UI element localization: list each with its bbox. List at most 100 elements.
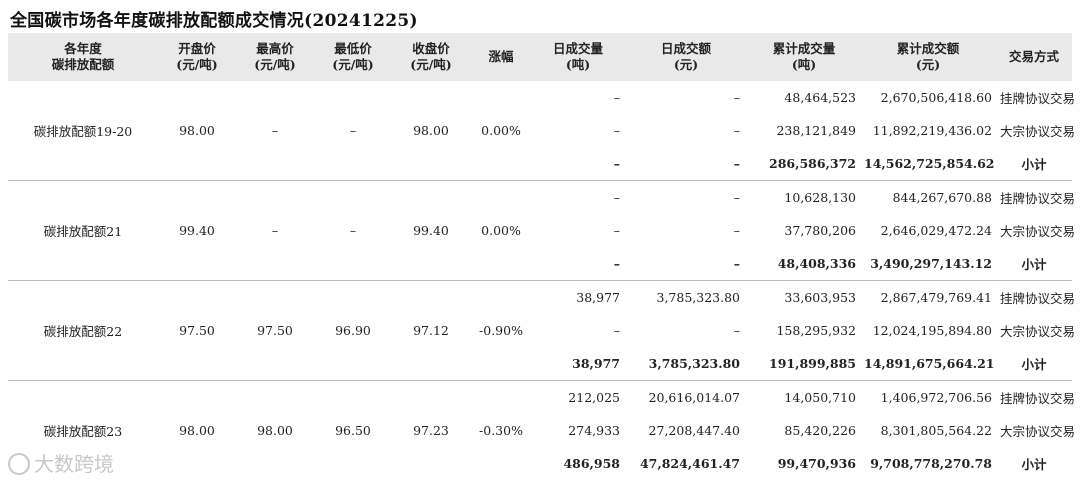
daily-volume-cell: 274,933: [568, 423, 620, 438]
column-header-unit: (元): [915, 57, 941, 72]
high-price-cell: –: [271, 123, 279, 138]
column-header-unit: (元/吨): [254, 57, 296, 72]
cumulative-volume-cell: 10,628,130: [748, 180, 860, 214]
trade-mode-cell: 大宗协议交易: [1000, 424, 1076, 439]
cumulative-amount-cell: 3,490,297,143.12: [870, 256, 992, 271]
cumulative-volume-cell: 48,464,523: [784, 90, 856, 105]
low-price-cell: –: [314, 180, 392, 281]
trade-mode-cell: 小计: [1021, 257, 1047, 272]
trade-mode-cell: 小计: [1021, 357, 1047, 372]
daily-volume-cell: 486,958: [563, 456, 620, 471]
column-header-label: 最低价: [334, 41, 372, 56]
cumulative-amount-cell: 9,708,778,270.78: [870, 456, 992, 471]
daily-volume-cell: –: [532, 180, 624, 214]
column-header: 日成交额 (元): [624, 33, 748, 81]
cumulative-amount-cell: 2,670,506,418.60: [880, 90, 992, 105]
daily-volume-cell: –: [613, 223, 620, 238]
column-header-label: 累计成交额: [896, 41, 960, 56]
cumulative-amount-cell: 12,024,195,894.80: [872, 323, 992, 338]
cumulative-amount-cell: 2,646,029,472.24: [880, 223, 992, 238]
cumulative-volume-cell: 158,295,932: [776, 323, 856, 338]
column-header-unit: (元): [673, 57, 699, 72]
daily-volume-cell: 212,025: [532, 380, 624, 414]
cumulative-amount-cell: 14,562,725,854.62: [864, 156, 995, 171]
open-price-cell: 98.00: [158, 380, 236, 480]
column-header: 累计成交量 (吨): [748, 33, 860, 81]
cumulative-volume-cell: 33,603,953: [748, 280, 860, 314]
trade-mode-cell: 挂牌协议交易: [996, 380, 1075, 414]
daily-amount-cell: 3,785,323.80: [624, 280, 748, 314]
brand-logo-icon: [8, 452, 30, 475]
column-header-unit: (吨): [565, 57, 591, 72]
trade-mode-cell: 大宗协议交易: [1000, 224, 1076, 239]
close-price-cell: 99.40: [392, 180, 470, 281]
cumulative-volume-cell: 14,050,710: [748, 380, 860, 414]
cumulative-amount-cell: 8,301,805,564.22: [880, 423, 992, 438]
daily-volume-cell: –: [613, 256, 620, 271]
table-header-row: 各年度 碳排放配额 开盘价 (元/吨) 最高价 (元/吨) 最低价 (元/吨) 收盘价 (元/吨)…: [8, 33, 1072, 81]
daily-amount-cell: –: [624, 180, 748, 214]
daily-volume-cell: –: [613, 123, 620, 138]
daily-amount-cell: –: [733, 323, 740, 338]
close-price-cell: 98.00: [413, 123, 449, 138]
column-header-label: 日成交量: [552, 41, 603, 56]
column-header-label: 最高价: [256, 41, 294, 56]
column-header: 交易方式: [996, 33, 1072, 81]
daily-amount-cell: –: [733, 223, 740, 238]
column-header: 各年度 碳排放配额: [8, 33, 158, 81]
trade-mode-cell: 小计: [1021, 457, 1047, 472]
cumulative-volume-cell: 48,408,336: [777, 256, 856, 271]
column-header: 收盘价 (元/吨): [392, 33, 470, 81]
column-header-label: 交易方式: [1008, 49, 1059, 64]
column-header-label: 涨幅: [488, 49, 514, 64]
column-header-label: 累计成交量: [772, 41, 836, 56]
daily-volume-cell: –: [613, 90, 620, 105]
change-cell: -0.30%: [470, 380, 532, 480]
low-price-cell: 96.50: [314, 380, 392, 480]
close-price-cell: 97.12: [392, 280, 470, 381]
column-header-label: 日成交额: [660, 41, 711, 56]
column-header: 最低价 (元/吨): [314, 33, 392, 81]
daily-amount-cell: –: [733, 90, 740, 105]
cumulative-amount-cell: 11,892,219,436.02: [872, 123, 992, 138]
daily-amount-cell: –: [733, 123, 740, 138]
cumulative-volume-cell: 37,780,206: [784, 223, 856, 238]
low-price-cell: –: [349, 123, 357, 138]
table-row: 碳排放配额19-20 98.00 – – 98.00 0.00% – – 48,464,523 2…: [8, 81, 1075, 139]
watermark: 大数跨境: [8, 448, 114, 477]
daily-volume-cell: –: [613, 156, 620, 171]
carbon-trading-table: 各年度 碳排放配额 开盘价 (元/吨) 最高价 (元/吨) 最低价 (元/吨) 收盘价 (元/吨)…: [8, 33, 1076, 480]
allowance-name-cell: 碳排放配额21: [8, 180, 158, 281]
change-cell: 0.00%: [481, 123, 521, 138]
open-price-cell: 99.40: [158, 180, 236, 281]
daily-amount-cell: –: [733, 256, 740, 271]
column-header: 涨幅: [470, 33, 532, 81]
change-cell: -0.90%: [470, 280, 532, 381]
column-header: 日成交量 (吨): [532, 33, 624, 81]
open-price-cell: 97.50: [158, 280, 236, 381]
daily-amount-cell: 20,616,014.07: [624, 380, 748, 414]
cumulative-amount-cell: 14,891,675,664.21: [864, 356, 995, 371]
cumulative-volume-cell: 99,470,936: [777, 456, 856, 471]
allowance-name-cell: 碳排放配额22: [8, 280, 158, 381]
column-header-unit: (元/吨): [410, 57, 452, 72]
cumulative-amount-cell: 844,267,670.88: [860, 180, 996, 214]
trade-mode-cell: 挂牌协议交易: [996, 180, 1075, 214]
cumulative-amount-cell: 2,867,479,769.41: [860, 280, 996, 314]
column-header-unit: (元/吨): [332, 57, 374, 72]
column-header-label: 开盘价: [178, 41, 216, 56]
daily-amount-cell: –: [733, 156, 740, 171]
daily-amount-cell: 47,824,461.47: [639, 456, 740, 471]
close-price-cell: 97.23: [392, 380, 470, 480]
high-price-cell: –: [236, 180, 314, 281]
column-header: 最高价 (元/吨): [236, 33, 314, 81]
cumulative-volume-cell: 191,899,885: [769, 356, 856, 371]
allowance-name-cell: 碳排放配额19-20: [33, 124, 133, 139]
trade-mode-cell: 大宗协议交易: [1000, 124, 1076, 139]
table-row: 碳排放配额22 97.50 97.50 96.90 97.12 -0.90% 38,977 3…: [8, 280, 1075, 381]
trade-mode-cell: 大宗协议交易: [1000, 324, 1076, 339]
cumulative-volume-cell: 286,586,372: [769, 156, 856, 171]
watermark-text: 大数跨境: [34, 452, 114, 476]
table-row: 碳排放配额23 98.00 98.00 96.50 97.23 -0.30% 212,025…: [8, 380, 1075, 480]
daily-volume-cell: 38,977: [532, 280, 624, 314]
